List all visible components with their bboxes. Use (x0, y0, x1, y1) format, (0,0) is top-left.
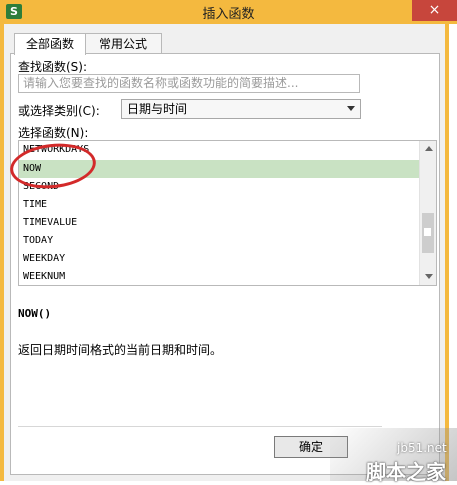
list-item[interactable]: WEEKDAY (19, 250, 419, 268)
tab-all-functions[interactable]: 全部函数 (14, 33, 86, 55)
function-description: 返回日期时间格式的当前日期和时间。 (18, 343, 223, 357)
list-scrollbar[interactable] (419, 141, 436, 285)
watermark-url: jb51.net (397, 441, 447, 455)
category-select[interactable]: 日期与时间 (121, 99, 361, 119)
title-bar[interactable]: S 插入函数 × (0, 0, 457, 24)
close-button[interactable]: × (412, 0, 457, 21)
function-list-label: 选择函数(N): (18, 126, 89, 140)
category-label: 或选择类别(C): (18, 104, 100, 118)
scroll-thumb[interactable] (422, 213, 434, 253)
function-signature: NOW() (18, 307, 52, 320)
list-item[interactable]: TODAY (19, 232, 419, 250)
list-item[interactable]: TIMEVALUE (19, 214, 419, 232)
chevron-down-icon (347, 106, 355, 111)
search-input[interactable]: 请输入您要查找的函数名称或函数功能的简要描述... (18, 74, 360, 93)
list-item[interactable]: TIME (19, 196, 419, 214)
list-item[interactable]: WEEKNUM (19, 268, 419, 285)
category-value: 日期与时间 (127, 102, 188, 116)
scroll-down-icon[interactable] (425, 274, 433, 279)
search-label: 查找函数(S): (18, 60, 88, 74)
tab-common-formulas[interactable]: 常用公式 (84, 33, 162, 54)
scroll-grip (424, 228, 431, 236)
scroll-up-icon[interactable] (425, 146, 433, 151)
dialog-title: 插入函数 (202, 7, 255, 22)
divider (18, 426, 382, 427)
